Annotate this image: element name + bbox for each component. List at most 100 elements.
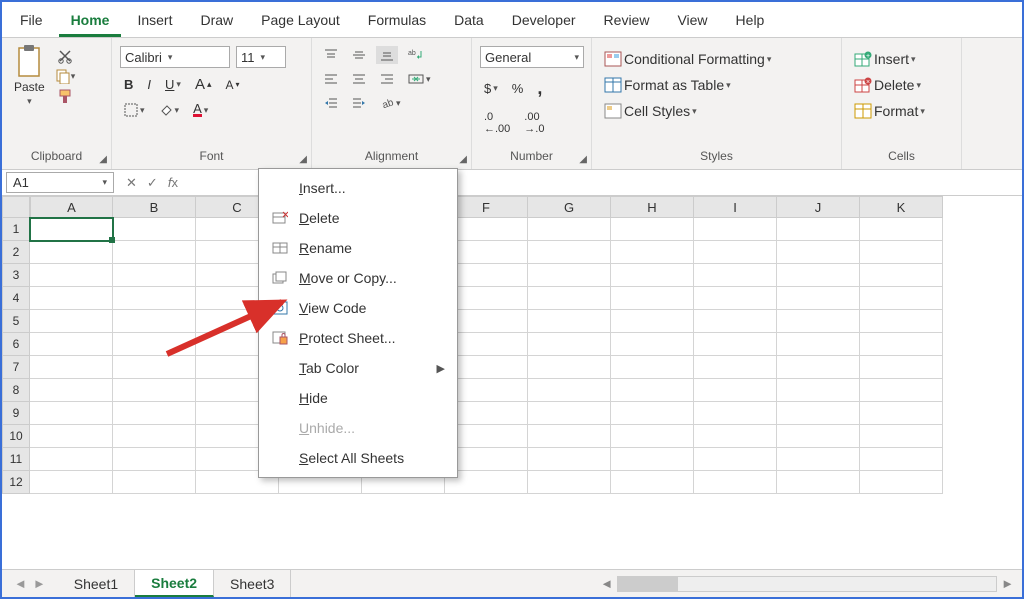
cell[interactable] [528, 241, 611, 264]
paste-button[interactable]: Paste ▾ [10, 42, 49, 109]
cell[interactable] [528, 264, 611, 287]
increase-font-icon[interactable]: A▴ [191, 74, 216, 95]
row-header[interactable]: 12 [2, 471, 30, 494]
cm-hide[interactable]: Hide [259, 383, 457, 413]
comma-icon[interactable]: , [533, 76, 546, 101]
cell[interactable] [113, 356, 196, 379]
cell[interactable] [113, 471, 196, 494]
font-name-combo[interactable]: Calibri▾ [120, 46, 230, 68]
tab-data[interactable]: Data [442, 6, 496, 37]
cm-view-code[interactable]: View Code [259, 293, 457, 323]
cell[interactable] [777, 448, 860, 471]
cm-move-copy[interactable]: Move or Copy... [259, 263, 457, 293]
cell[interactable] [528, 310, 611, 333]
tab-formulas[interactable]: Formulas [356, 6, 438, 37]
cell[interactable] [113, 241, 196, 264]
tab-developer[interactable]: Developer [500, 6, 588, 37]
align-top-icon[interactable] [320, 46, 342, 64]
cell[interactable] [113, 425, 196, 448]
cell[interactable] [30, 241, 113, 264]
cell[interactable] [694, 333, 777, 356]
decrease-decimal-icon[interactable]: .00→.0 [520, 109, 548, 137]
cell-styles-button[interactable]: Cell Styles▾ [600, 100, 701, 122]
row-header[interactable]: 8 [2, 379, 30, 402]
cell[interactable] [694, 471, 777, 494]
cell[interactable] [528, 287, 611, 310]
cell[interactable] [528, 218, 611, 241]
cell[interactable] [860, 425, 943, 448]
sheet-tab-sheet1[interactable]: Sheet1 [58, 570, 135, 597]
cm-rename[interactable]: Rename [259, 233, 457, 263]
row-header[interactable]: 5 [2, 310, 30, 333]
cancel-formula-icon[interactable]: ✕ [126, 175, 137, 191]
cell[interactable] [611, 425, 694, 448]
cell[interactable] [860, 402, 943, 425]
currency-icon[interactable]: $▾ [480, 79, 502, 98]
orientation-icon[interactable]: ab▾ [376, 94, 405, 112]
fill-color-icon[interactable]: ▾ [155, 101, 184, 119]
increase-decimal-icon[interactable]: .0←.00 [480, 109, 514, 137]
horizontal-scrollbar[interactable]: ◄ ► [291, 570, 1022, 597]
cell[interactable] [30, 379, 113, 402]
column-header[interactable]: J [777, 196, 860, 218]
cell[interactable] [611, 356, 694, 379]
cell[interactable] [777, 402, 860, 425]
cell[interactable] [777, 471, 860, 494]
cell[interactable] [113, 287, 196, 310]
align-bottom-icon[interactable] [376, 46, 398, 64]
row-header[interactable]: 4 [2, 287, 30, 310]
dialog-launcher-icon[interactable]: ◢ [299, 154, 307, 165]
cell[interactable] [694, 287, 777, 310]
insert-cells-button[interactable]: +Insert▾ [850, 48, 920, 70]
increase-indent-icon[interactable] [348, 94, 370, 112]
cell[interactable] [528, 379, 611, 402]
tab-draw[interactable]: Draw [188, 6, 245, 37]
cell[interactable] [30, 333, 113, 356]
tab-insert[interactable]: Insert [125, 6, 184, 37]
align-middle-icon[interactable] [348, 46, 370, 64]
cell[interactable] [694, 264, 777, 287]
cell[interactable] [777, 218, 860, 241]
tab-home[interactable]: Home [59, 6, 122, 37]
cell[interactable] [777, 333, 860, 356]
cell[interactable] [860, 218, 943, 241]
delete-cells-button[interactable]: ×Delete▾ [850, 74, 925, 96]
percent-icon[interactable]: % [508, 79, 528, 98]
cell[interactable] [528, 333, 611, 356]
dialog-launcher-icon[interactable]: ◢ [99, 154, 107, 165]
column-header[interactable]: A [30, 196, 113, 218]
cut-icon[interactable] [55, 48, 76, 64]
tab-view[interactable]: View [665, 6, 719, 37]
column-header[interactable]: H [611, 196, 694, 218]
sheet-nav-next-icon[interactable]: ► [33, 576, 46, 591]
cell[interactable] [777, 287, 860, 310]
cell[interactable] [860, 333, 943, 356]
decrease-font-icon[interactable]: A▾ [221, 76, 243, 94]
cell[interactable] [694, 425, 777, 448]
cell[interactable] [860, 310, 943, 333]
cell[interactable] [694, 310, 777, 333]
cell[interactable] [30, 402, 113, 425]
tab-file[interactable]: File [8, 6, 55, 37]
sheet-tab-sheet2[interactable]: Sheet2 [135, 570, 214, 597]
align-right-icon[interactable] [376, 70, 398, 88]
row-header[interactable]: 9 [2, 402, 30, 425]
bold-button[interactable]: B [120, 75, 137, 94]
cm-select-all-sheets[interactable]: Select All Sheets [259, 443, 457, 473]
align-left-icon[interactable] [320, 70, 342, 88]
font-color-icon[interactable]: A▾ [189, 101, 212, 119]
row-header[interactable]: 3 [2, 264, 30, 287]
cell[interactable] [30, 448, 113, 471]
row-header[interactable]: 11 [2, 448, 30, 471]
cell[interactable] [30, 471, 113, 494]
cell[interactable] [777, 425, 860, 448]
row-header[interactable]: 6 [2, 333, 30, 356]
cell[interactable] [694, 448, 777, 471]
format-as-table-button[interactable]: Format as Table▾ [600, 74, 735, 96]
cell[interactable] [694, 356, 777, 379]
cell[interactable] [860, 287, 943, 310]
cell[interactable] [611, 333, 694, 356]
name-box[interactable]: A1▾ [6, 172, 114, 193]
cell[interactable] [528, 471, 611, 494]
conditional-formatting-button[interactable]: Conditional Formatting▾ [600, 48, 775, 70]
